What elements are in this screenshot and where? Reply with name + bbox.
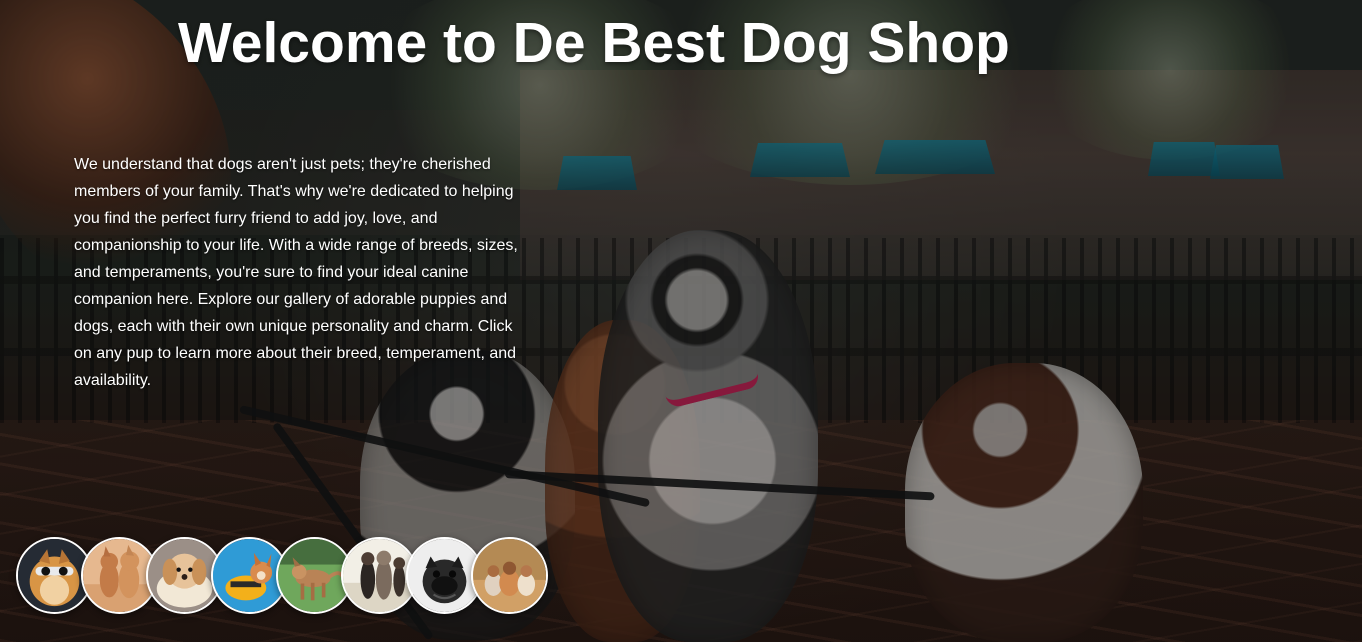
gallery-dog-thumbnail[interactable] — [471, 537, 548, 614]
shop-description: We understand that dogs aren't just pets… — [74, 156, 518, 389]
small-dogs-group-photo — [473, 539, 546, 612]
dog-gallery — [16, 537, 556, 617]
page-title: Welcome to De Best Dog Shop — [178, 11, 1010, 75]
dog-shop-page: Welcome to De Best Dog Shop We understan… — [0, 0, 1362, 642]
